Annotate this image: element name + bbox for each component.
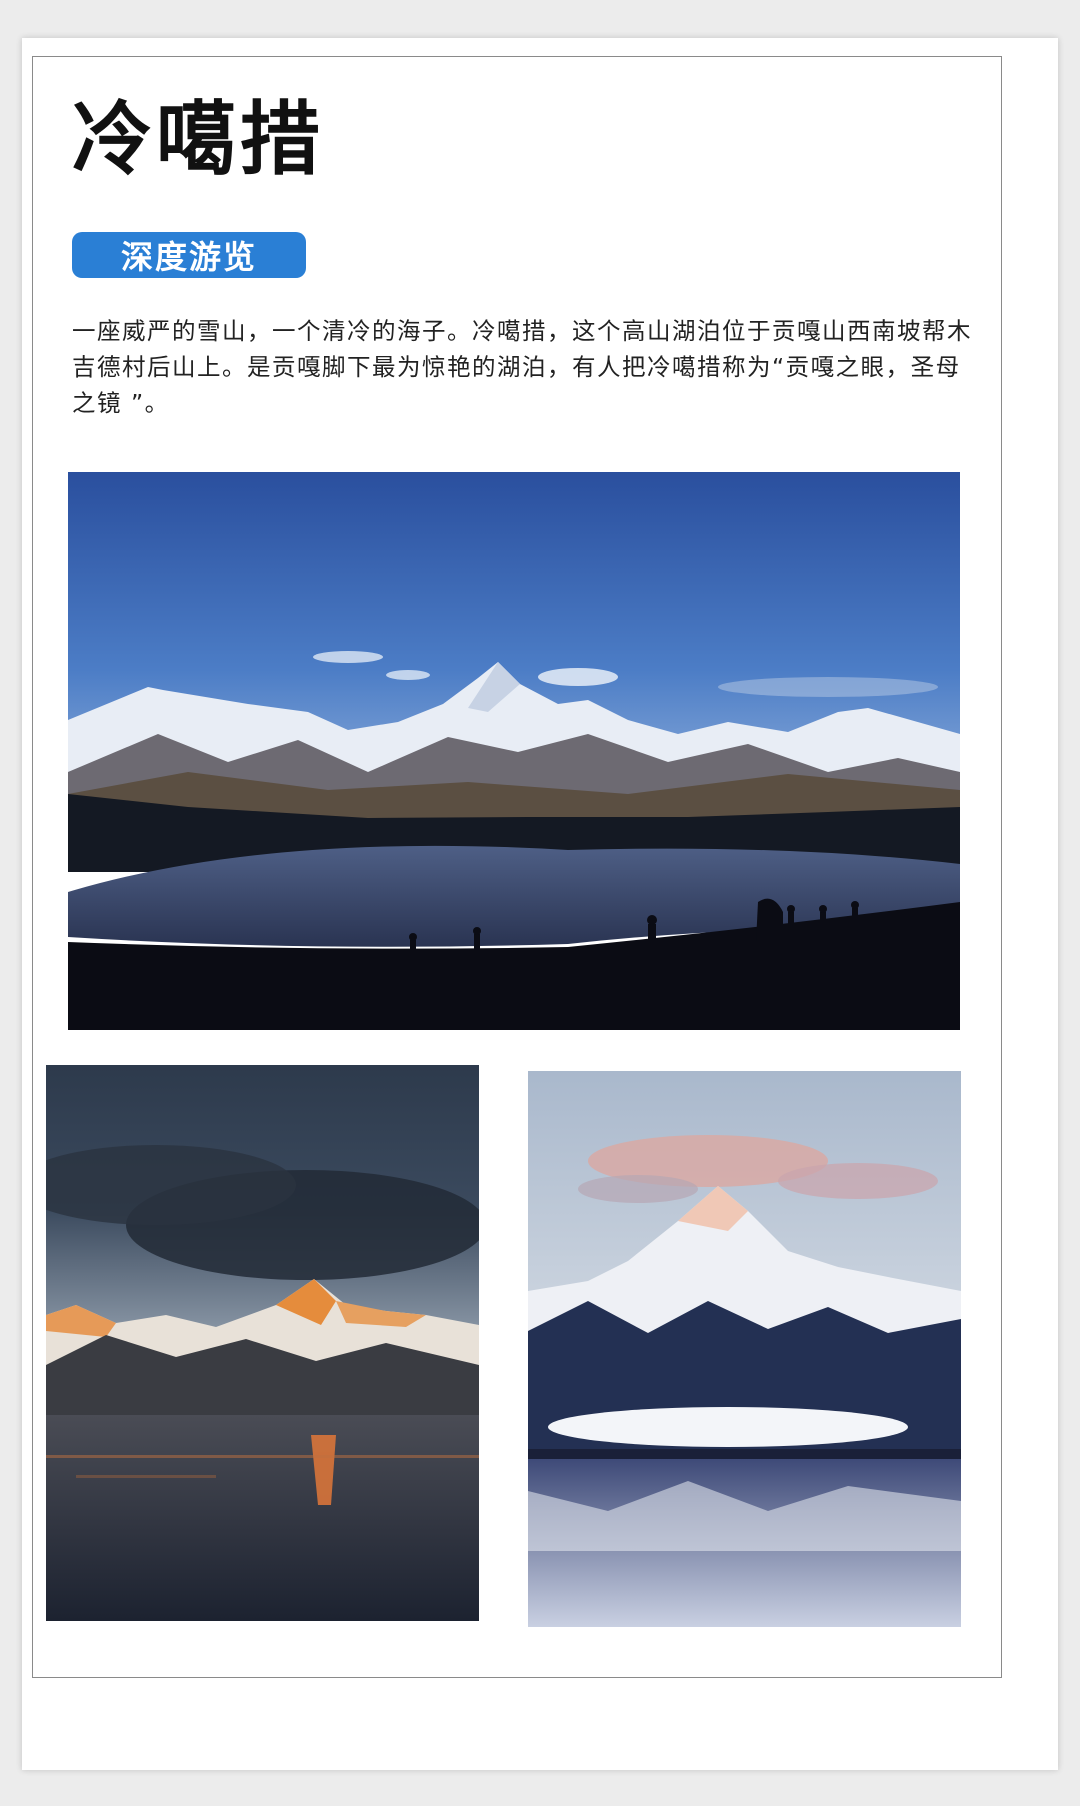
sunset-peak-photo — [46, 1065, 479, 1621]
lake-panorama-photo — [68, 472, 960, 1030]
section-tag-label: 深度游览 — [120, 238, 257, 276]
pink-cloud-peak-photo — [528, 1071, 961, 1627]
description-text: 一座威严的雪山，一个清冷的海子。冷噶措，这个高山湖泊位于贡嘎山西南坡帮木吉德村后… — [72, 317, 972, 417]
section-tag: 深度游览 — [72, 232, 306, 278]
page-title: 冷噶措 — [72, 93, 324, 186]
